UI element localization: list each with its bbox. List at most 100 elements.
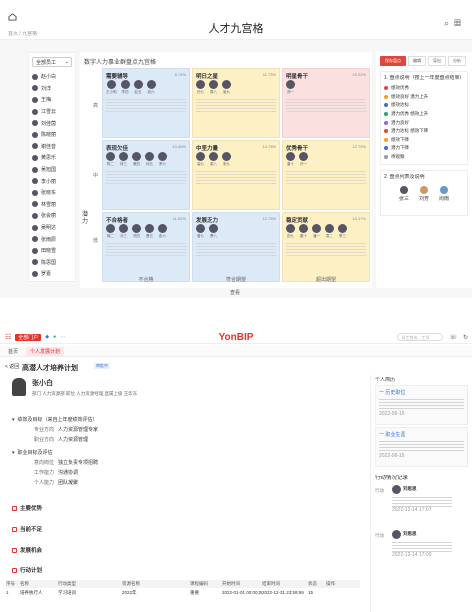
record-item[interactable]: 行动 刘思思 2022-12-14 17:09 bbox=[375, 529, 468, 573]
sidebar-person[interactable]: 张雨辰 bbox=[32, 233, 75, 245]
person-name: 蔡三 bbox=[339, 234, 346, 238]
sidebar-person[interactable]: 黄思乐 bbox=[32, 152, 75, 164]
resume-card[interactable]: 一 职业生涯 2022-06-15 bbox=[375, 427, 468, 467]
nine-box-cell[interactable]: 稳定贡献 14.17% 田九 董十 潘一 袁二 蔡三 bbox=[282, 212, 370, 282]
cell-person[interactable]: 邓四 bbox=[132, 224, 141, 239]
cell-person[interactable]: 宋九 bbox=[222, 152, 231, 167]
kv-row: 个人能力 团队凝聚 bbox=[32, 479, 78, 486]
table-cell: 学习培训 bbox=[58, 589, 76, 595]
cell-person[interactable]: 孙七 bbox=[196, 80, 205, 95]
tab-development-plan[interactable]: 个人发展计划 bbox=[26, 346, 65, 356]
cell-person[interactable]: 彭六 bbox=[158, 224, 167, 239]
sidebar-person[interactable]: 吴旭国 bbox=[32, 164, 75, 176]
cell-person[interactable]: 王小明 bbox=[106, 80, 117, 95]
cell-person[interactable]: 韩二 bbox=[106, 224, 115, 239]
nine-box-cell[interactable]: 需要辅导 8.74% 王小明 李四 赵五 钱六 bbox=[102, 68, 190, 138]
back-button[interactable]: < 返回 bbox=[5, 363, 19, 370]
cell-person[interactable]: 袁二 bbox=[325, 224, 334, 239]
cell-person[interactable]: 冯三 bbox=[119, 224, 128, 239]
sidebar-person[interactable]: 刘佳茵 bbox=[32, 117, 75, 129]
section-label: 当前不足 bbox=[20, 527, 43, 533]
grid-icon[interactable]: ▦ bbox=[454, 18, 466, 28]
refresh-icon[interactable]: ↻ bbox=[463, 334, 468, 341]
sidebar-person[interactable]: 江雪云 bbox=[32, 106, 75, 118]
cell-person[interactable]: 唐十 bbox=[286, 152, 295, 167]
cell-person[interactable]: 梁八 bbox=[209, 152, 218, 167]
legend2-person[interactable]: 周雨 bbox=[439, 186, 449, 202]
column-header: 行动类型 bbox=[58, 581, 76, 586]
cell-person[interactable]: 许一 bbox=[299, 152, 308, 167]
status-badge: 审批中 bbox=[94, 363, 110, 369]
nine-box-cell[interactable]: 中坚力量 14.73% 高七 梁八 宋九 bbox=[192, 140, 280, 210]
section-career[interactable]: ▾ 职业目标及评估 bbox=[12, 449, 53, 457]
cell-person[interactable]: 吴九 bbox=[222, 80, 231, 95]
avatar bbox=[32, 73, 38, 80]
sidebar-person[interactable]: 陈思国 bbox=[32, 257, 75, 269]
legend2-person[interactable]: 张三 bbox=[399, 186, 409, 202]
legend2-person[interactable]: 刘芳 bbox=[419, 186, 429, 202]
sidebar-person[interactable]: 谢佳音 bbox=[32, 141, 75, 153]
cell-person[interactable]: 林三 bbox=[119, 152, 128, 167]
nine-box-cell[interactable]: 明星骨干 15.22% 郑一 bbox=[282, 68, 370, 138]
cell-person[interactable]: 董十 bbox=[299, 224, 308, 239]
headset-icon[interactable]: ☏ bbox=[449, 334, 457, 341]
card-date: 2022-06-15 bbox=[379, 411, 405, 417]
cell-person[interactable]: 李四 bbox=[120, 80, 130, 95]
section-label: 主要优势 bbox=[20, 506, 43, 512]
person-name: 曾七 bbox=[197, 234, 204, 238]
section-goals[interactable]: ▾ 绩效及目标（来自上年度绩效评估） bbox=[12, 416, 98, 424]
column-header: 开始时间 bbox=[222, 581, 240, 586]
nine-box-cell[interactable]: 不合格者 11.51% 韩二 冯三 邓四 曹五 彭六 bbox=[102, 212, 190, 282]
section-weaknesses[interactable]: 当前不足 bbox=[12, 525, 42, 533]
sidebar-person[interactable]: 林雪丽 bbox=[32, 199, 75, 211]
cell-person[interactable]: 黄四 bbox=[132, 152, 141, 167]
view-button[interactable]: 查看 bbox=[230, 289, 240, 296]
sidebar-person[interactable]: 赵小白 bbox=[32, 71, 75, 83]
cell-person[interactable]: 曹五 bbox=[145, 224, 154, 239]
cell-person[interactable]: 郑一 bbox=[286, 80, 295, 95]
cell-person[interactable]: 潘一 bbox=[312, 224, 321, 239]
nine-box-cell[interactable]: 优秀骨干 12.79% 唐十 许一 bbox=[282, 140, 370, 210]
sidebar-person[interactable]: 陈晓丽 bbox=[32, 129, 75, 141]
sidebar-person[interactable]: 吴明达 bbox=[32, 222, 75, 234]
sidebar-person[interactable]: 田晓雪 bbox=[32, 245, 75, 257]
nine-box-cell[interactable]: 明日之星 11.73% 孙七 周八 吴九 bbox=[192, 68, 280, 138]
sidebar-person[interactable]: 张晓东 bbox=[32, 187, 75, 199]
cell-person[interactable]: 赵五 bbox=[133, 80, 143, 95]
sidebar-person[interactable]: 王梅 bbox=[32, 94, 75, 106]
save-review-button[interactable]: 保存盘点 bbox=[380, 56, 406, 66]
cell-person[interactable]: 陈二 bbox=[106, 152, 115, 167]
nine-box-cell[interactable]: 发展乏力 12.73% 曾七 萧八 bbox=[192, 212, 280, 282]
cell-person[interactable]: 田九 bbox=[286, 224, 295, 239]
section-opportunities[interactable]: 发展机会 bbox=[12, 546, 42, 554]
department-select[interactable]: 全部员工 ⌄ bbox=[32, 57, 72, 67]
sidebar-person[interactable]: 罗嘉 bbox=[32, 268, 75, 280]
sidebar-person[interactable]: 刘洋 bbox=[32, 83, 75, 95]
person-name: 江雪云 bbox=[41, 109, 57, 116]
export-button[interactable]: 导出 bbox=[428, 56, 446, 66]
edit-button[interactable]: 编辑 bbox=[408, 56, 426, 66]
nine-box-cell[interactable]: 表现欠佳 10.49% 陈二 林三 黄四 何五 罗六 bbox=[102, 140, 190, 210]
person-name: 谢佳音 bbox=[41, 143, 57, 150]
tab-home[interactable]: 首页 bbox=[4, 347, 22, 356]
table-row[interactable]: 1 培养执行人 学习培训 2022年 重要 2022-01-01 00:00:00 2022… bbox=[6, 588, 360, 597]
sidebar-person[interactable]: 李小丽 bbox=[32, 175, 75, 187]
search-input[interactable]: 员工姓名、工号 bbox=[397, 333, 444, 341]
sidebar-person[interactable]: 张会丽 bbox=[32, 210, 75, 222]
search-icon[interactable]: ⌕ bbox=[444, 18, 454, 28]
cell-person[interactable]: 周八 bbox=[209, 80, 218, 95]
cell-person[interactable]: 萧八 bbox=[209, 224, 218, 239]
resume-title: 个人简历 bbox=[375, 377, 396, 383]
cell-person[interactable]: 罗六 bbox=[158, 152, 167, 167]
cell-person[interactable]: 何五 bbox=[145, 152, 154, 167]
analyze-button[interactable]: 分析 bbox=[448, 56, 466, 66]
cell-person[interactable]: 高七 bbox=[196, 152, 205, 167]
cell-person[interactable]: 钱六 bbox=[146, 80, 156, 95]
section-action-plan[interactable]: 行动计划 bbox=[12, 566, 42, 574]
avatar bbox=[12, 378, 26, 396]
record-item[interactable]: 行动 刘思思 2022-12-14 17:07 bbox=[375, 484, 468, 528]
resume-card[interactable]: 一 历史职位 2022-06-15 bbox=[375, 385, 468, 425]
cell-person[interactable]: 蔡三 bbox=[338, 224, 347, 239]
cell-person[interactable]: 曾七 bbox=[196, 224, 205, 239]
section-strengths[interactable]: 主要优势 bbox=[12, 504, 42, 512]
